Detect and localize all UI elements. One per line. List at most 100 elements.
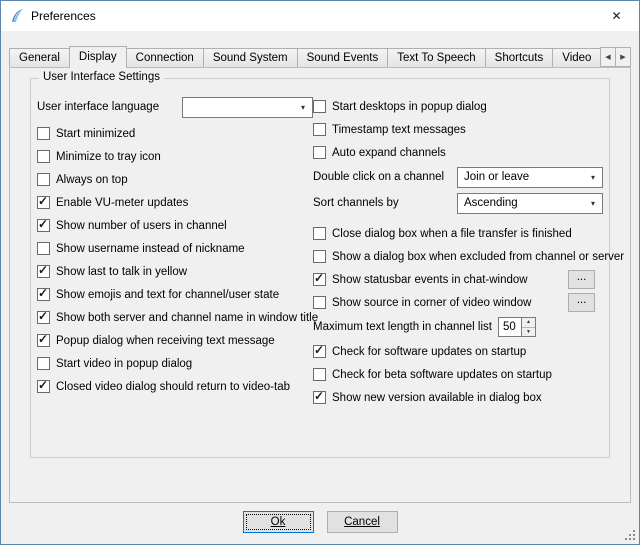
checkbox-auto-expand-channels: Auto expand channels [313,141,603,164]
checkbox-label[interactable]: Auto expand channels [332,147,446,159]
checkbox-enable-vu-meter-updates: Enable VU-meter updates [37,191,313,214]
checkbox[interactable] [313,345,326,358]
tab-video[interactable]: Video [552,48,601,67]
checkbox[interactable] [37,242,50,255]
checkbox-label[interactable]: Enable VU-meter updates [56,197,188,209]
checkbox-label[interactable]: Show statusbar events in chat-window [332,274,528,286]
spinner-buttons: ▲ ▼ [521,317,536,337]
tab-display[interactable]: Display [69,46,127,68]
tab-scroll-right-button[interactable]: ▶ [615,47,631,67]
user-interface-language-row: User interface language ▾ [37,95,313,119]
tab-shortcuts[interactable]: Shortcuts [485,48,554,67]
checkbox-label[interactable]: Start video in popup dialog [56,358,192,370]
left-column: User interface language ▾ Start minimize… [37,95,313,409]
checkbox[interactable] [37,380,50,393]
checkbox-show-new-version-available: Show new version available in dialog box [313,386,603,409]
tab-text-to-speech[interactable]: Text To Speech [387,48,485,67]
max-text-length-value: 50 [498,317,521,337]
checkbox-always-on-top: Always on top [37,168,313,191]
checkbox-show-number-of-users-in-channel: Show number of users in channel [37,214,313,237]
statusbar-events-options-button[interactable]: ... [568,270,595,289]
close-button[interactable]: ✕ [594,1,639,31]
checkbox[interactable] [313,250,326,263]
checkbox[interactable] [37,127,50,140]
checkbox[interactable] [37,196,50,209]
checkbox[interactable] [313,227,326,240]
checkbox[interactable] [313,123,326,136]
checkbox[interactable] [37,334,50,347]
tabbar: General Display Connection Sound System … [9,45,631,68]
checkbox-label[interactable]: Show emojis and text for channel/user st… [56,289,279,301]
resize-grip[interactable] [633,538,635,540]
user-interface-settings-group: User Interface Settings User interface l… [30,78,610,458]
tab-connection[interactable]: Connection [126,48,204,67]
checkbox-label[interactable]: Always on top [56,174,128,186]
tab-sound-system[interactable]: Sound System [203,48,298,67]
cancel-button[interactable]: Cancel [327,511,398,533]
double-click-on-channel-row: Double click on a channel Join or leave … [313,164,603,190]
checkbox-label[interactable]: Show new version available in dialog box [332,392,542,404]
checkbox-label[interactable]: Show a dialog box when excluded from cha… [332,251,624,263]
display-tab-page: User Interface Settings User interface l… [9,67,631,503]
checkbox-minimize-to-tray-icon: Minimize to tray icon [37,145,313,168]
checkbox-start-desktops-in-popup-dialog: Start desktops in popup dialog [313,95,603,118]
group-title: User Interface Settings [39,71,164,83]
video-source-options-button[interactable]: ... [568,293,595,312]
checkbox[interactable] [313,296,326,309]
checkbox-label[interactable]: Show number of users in channel [56,220,227,232]
checkbox-label[interactable]: Start desktops in popup dialog [332,101,487,113]
checkbox-check-for-software-updates: Check for software updates on startup [313,340,603,363]
checkbox[interactable] [313,100,326,113]
checkbox[interactable] [37,173,50,186]
checkbox-show-dialog-when-excluded: Show a dialog box when excluded from cha… [313,245,603,268]
spin-down-icon[interactable]: ▼ [522,327,535,337]
scroll-right-icon: ▶ [620,53,625,61]
checkbox[interactable] [313,146,326,159]
checkbox-timestamp-text-messages: Timestamp text messages [313,118,603,141]
checkbox-start-video-in-popup-dialog: Start video in popup dialog [37,352,313,375]
double-click-select[interactable]: Join or leave ▾ [457,167,603,188]
checkbox[interactable] [37,219,50,232]
checkbox-close-dialog-on-file-transfer-finished: Close dialog box when a file transfer is… [313,222,603,245]
checkbox-label[interactable]: Timestamp text messages [332,124,466,136]
sort-channels-select[interactable]: Ascending ▾ [457,193,603,214]
tab-general[interactable]: General [9,48,70,67]
checkbox[interactable] [313,368,326,381]
checkbox-label[interactable]: Close dialog box when a file transfer is… [332,228,572,240]
scroll-left-icon: ◀ [605,53,610,61]
language-select[interactable]: ▾ [182,97,313,118]
sort-channels-label: Sort channels by [313,197,399,209]
max-text-length-row: Maximum text length in channel list 50 ▲… [313,314,603,340]
spin-up-icon[interactable]: ▲ [522,318,535,327]
checkbox-label[interactable]: Show last to talk in yellow [56,266,187,278]
checkbox-label[interactable]: Minimize to tray icon [56,151,161,163]
checkbox-label[interactable]: Closed video dialog should return to vid… [56,381,290,393]
checkbox[interactable] [37,265,50,278]
tab-scroll-left-button[interactable]: ◀ [600,47,616,67]
preferences-dialog: Preferences ✕ General Display Connection… [0,0,640,545]
checkbox-label[interactable]: Check for software updates on startup [332,346,526,358]
checkbox-label[interactable]: Start minimized [56,128,135,140]
checkbox[interactable] [37,150,50,163]
checkbox-label[interactable]: Show username instead of nickname [56,243,245,255]
checkbox-label[interactable]: Popup dialog when receiving text message [56,335,275,347]
checkbox[interactable] [37,288,50,301]
checkbox-start-minimized: Start minimized [37,122,313,145]
checkbox[interactable] [313,273,326,286]
checkbox-label[interactable]: Check for beta software updates on start… [332,369,552,381]
checkbox-label[interactable]: Show source in corner of video window [332,297,531,309]
close-icon: ✕ [611,9,621,23]
tab-strip: General Display Connection Sound System … [9,45,631,68]
ok-button[interactable]: Ok [243,511,314,533]
checkbox[interactable] [37,357,50,370]
double-click-label: Double click on a channel [313,171,444,183]
dialog-buttons: Ok Cancel [1,511,639,533]
checkbox[interactable] [313,391,326,404]
checkbox[interactable] [37,311,50,324]
checkbox-popup-dialog-on-text-message: Popup dialog when receiving text message [37,329,313,352]
tab-sound-events[interactable]: Sound Events [297,48,389,67]
checkbox-label[interactable]: Show both server and channel name in win… [56,312,318,324]
chevron-down-icon: ▾ [584,199,602,208]
checkbox-show-server-and-channel-in-title: Show both server and channel name in win… [37,306,313,329]
max-text-length-spinner[interactable]: 50 ▲ ▼ [498,317,536,337]
